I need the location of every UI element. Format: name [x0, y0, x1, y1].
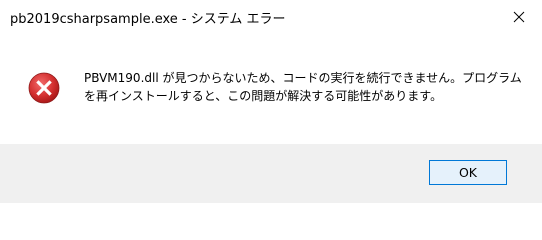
button-bar: OK [0, 144, 542, 203]
system-error-dialog: pb2019csharpsample.exe - システム エラー PBVM19… [0, 0, 542, 203]
window-title: pb2019csharpsample.exe - システム エラー [10, 12, 286, 27]
close-button[interactable] [496, 0, 542, 34]
error-icon [28, 72, 60, 104]
title-bar: pb2019csharpsample.exe - システム エラー [0, 0, 542, 34]
ok-button[interactable]: OK [429, 160, 507, 185]
error-message: PBVM190.dll が見つからないため、コードの実行を続行できません。プログ… [84, 71, 522, 103]
dialog-content: PBVM190.dll が見つからないため、コードの実行を続行できません。プログ… [0, 34, 542, 144]
close-icon [513, 11, 525, 23]
